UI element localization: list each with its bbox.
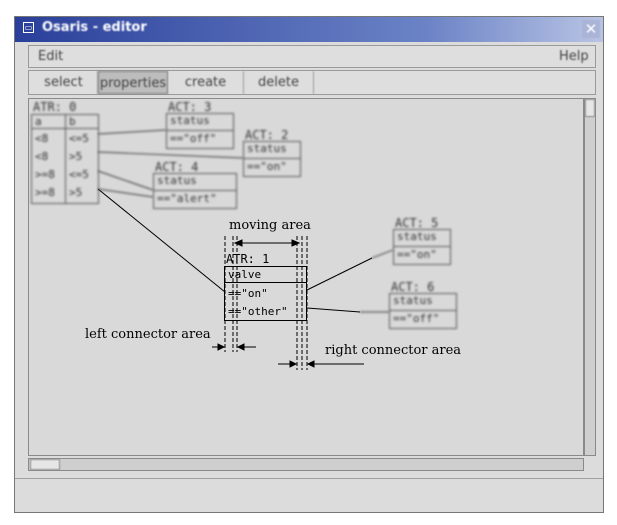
left-connector-arrowhead-in [217, 343, 226, 351]
right-connector-arrowhead-in [289, 360, 298, 368]
annotation-guides [212, 236, 364, 370]
right-connector-arrowhead-out [306, 360, 315, 368]
moving-area-label: moving area [229, 218, 311, 233]
moving-area-arrowhead-left [233, 239, 243, 247]
left-connector-arrowhead-out [236, 343, 245, 351]
left-connector-area-label: left connector area [85, 327, 211, 342]
moving-area-arrowhead-right [291, 239, 301, 247]
right-connector-area-label: right connector area [325, 343, 462, 358]
